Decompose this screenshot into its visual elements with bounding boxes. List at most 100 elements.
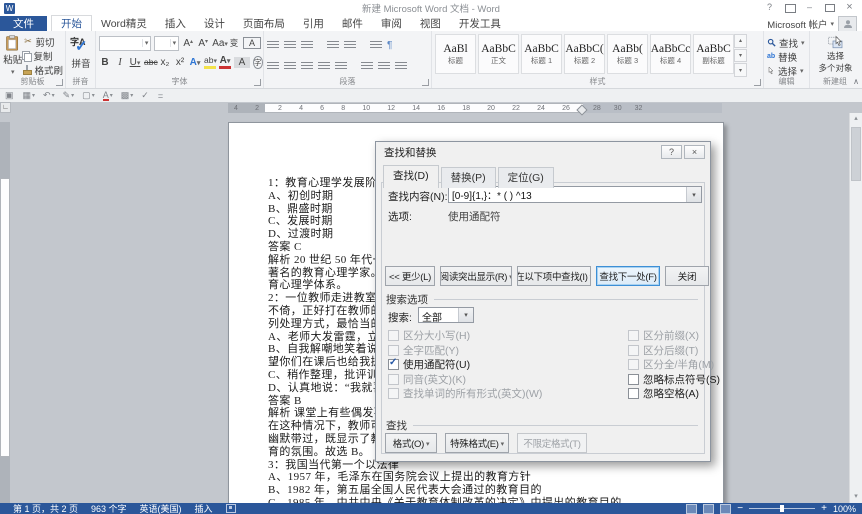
ribbon-tab[interactable]: 开始 bbox=[51, 15, 92, 31]
style-card[interactable]: AaBbC 副标题 bbox=[693, 34, 734, 74]
zoom-level[interactable]: 100% bbox=[833, 504, 856, 514]
close-button[interactable] bbox=[840, 1, 859, 14]
ribbon-tab[interactable]: 邮件 bbox=[333, 16, 372, 31]
checkbox-box[interactable] bbox=[388, 388, 399, 399]
distribute-icon[interactable] bbox=[335, 62, 347, 71]
format-button[interactable]: 格式(O) bbox=[385, 433, 437, 453]
cut-button[interactable]: ✂剪切 bbox=[22, 35, 63, 48]
borders-icon[interactable] bbox=[395, 62, 407, 71]
close-button[interactable]: 关闭 bbox=[665, 266, 709, 286]
font-size-combo[interactable] bbox=[154, 36, 179, 51]
style-card[interactable]: AaBbC 正文 bbox=[478, 34, 519, 74]
addin-toolbar-button[interactable]: ↶ ▾ bbox=[43, 90, 55, 101]
dialog-checkbox[interactable]: 区分后缀(T) bbox=[628, 345, 720, 357]
dialog-checkbox[interactable]: 区分全/半角(M) bbox=[628, 359, 720, 371]
dialog-checkbox[interactable]: 忽略空格(A) bbox=[628, 388, 720, 400]
style-card[interactable]: AaBb( 标题 3 bbox=[607, 34, 648, 74]
style-card[interactable]: AaBbC 标题 1 bbox=[521, 34, 562, 74]
ribbon-tab[interactable]: 页面布局 bbox=[234, 16, 294, 31]
replace-button[interactable]: ab 替换 bbox=[767, 50, 807, 63]
ribbon-tab[interactable]: 插入 bbox=[156, 16, 195, 31]
paste-button[interactable]: 粘贴 bbox=[3, 33, 22, 77]
increase-indent-icon[interactable] bbox=[344, 41, 356, 50]
sort-icon[interactable] bbox=[370, 41, 382, 50]
shading-icon[interactable] bbox=[378, 62, 390, 71]
style-card[interactable]: AaBbCc 标题 4 bbox=[650, 34, 691, 74]
search-scope-combo[interactable]: 全部 bbox=[418, 307, 474, 323]
web-layout-icon[interactable] bbox=[720, 504, 731, 514]
addin-toolbar-button[interactable]: = bbox=[158, 91, 164, 101]
zoom-out-icon[interactable]: − bbox=[737, 504, 743, 514]
copy-button[interactable]: 复制 bbox=[22, 49, 63, 62]
font-color-button[interactable]: A bbox=[219, 56, 231, 69]
character-border-button[interactable]: A bbox=[243, 37, 261, 49]
vertical-scrollbar[interactable]: ▴ ▾ bbox=[849, 113, 862, 503]
combo-dropdown-icon[interactable] bbox=[458, 308, 473, 322]
account-menu[interactable]: Microsoft 帐户 bbox=[767, 16, 834, 31]
scroll-down-icon[interactable]: ▾ bbox=[850, 491, 862, 503]
combo-dropdown-icon[interactable] bbox=[686, 187, 701, 202]
zoom-slider[interactable] bbox=[749, 508, 815, 509]
italic-button[interactable]: I bbox=[114, 57, 126, 68]
highlight-color-button[interactable]: ab bbox=[204, 56, 216, 69]
ribbon-tab[interactable]: 视图 bbox=[411, 16, 450, 31]
dialog-tab[interactable]: 定位(G) bbox=[498, 167, 554, 188]
read-mode-icon[interactable] bbox=[686, 504, 697, 514]
dialog-launcher-icon[interactable] bbox=[56, 79, 63, 86]
subscript-button[interactable]: x₂ bbox=[159, 57, 171, 68]
checkbox-box[interactable] bbox=[388, 359, 399, 370]
dialog-title-bar[interactable]: 查找和替换 bbox=[376, 142, 710, 162]
select-multiple-objects-button[interactable]: 选择 多个对象 bbox=[813, 33, 858, 77]
tab-file[interactable]: 文件 bbox=[0, 16, 47, 31]
checkbox-box[interactable] bbox=[388, 330, 399, 341]
show-marks-icon[interactable]: ¶ bbox=[387, 40, 392, 51]
align-center-icon[interactable] bbox=[284, 62, 296, 71]
collapse-ribbon-icon[interactable]: ∧ bbox=[853, 77, 859, 86]
shrink-font-button[interactable]: A▾ bbox=[197, 38, 209, 49]
maximize-button[interactable] bbox=[820, 1, 839, 14]
enclose-characters-button[interactable]: 字 bbox=[253, 56, 263, 69]
ribbon-display-options-icon[interactable] bbox=[780, 1, 799, 14]
macro-record-icon[interactable] bbox=[226, 504, 236, 513]
ribbon-tab[interactable]: 审阅 bbox=[372, 16, 411, 31]
tab-stop-selector[interactable]: ∟ bbox=[0, 102, 11, 113]
dialog-checkbox[interactable]: 区分前缀(X) bbox=[628, 330, 720, 342]
checkbox-box[interactable] bbox=[628, 330, 639, 341]
dialog-launcher-icon[interactable] bbox=[422, 79, 429, 86]
dialog-checkbox[interactable]: 区分大小写(H) bbox=[388, 330, 542, 342]
dialog-help-icon[interactable]: ? bbox=[661, 145, 682, 159]
dialog-launcher-icon[interactable] bbox=[254, 79, 261, 86]
ruby-guide-button[interactable]: 变 bbox=[228, 37, 240, 49]
zoom-in-icon[interactable]: + bbox=[821, 504, 827, 514]
checkbox-box[interactable] bbox=[628, 345, 639, 356]
find-button[interactable]: 查找 bbox=[767, 36, 807, 49]
character-shading-button[interactable]: A bbox=[234, 57, 250, 68]
addin-toolbar-button[interactable]: A ▾ bbox=[103, 91, 113, 101]
dialog-checkbox[interactable]: 使用通配符(U) bbox=[388, 359, 542, 371]
dialog-tab[interactable]: 查找(D) bbox=[383, 165, 439, 188]
find-in-button[interactable]: 在以下项中查找(I) bbox=[517, 266, 591, 286]
bullets-icon[interactable] bbox=[267, 41, 279, 50]
font-name-combo[interactable] bbox=[99, 36, 151, 51]
checkbox-box[interactable] bbox=[628, 359, 639, 370]
ribbon-tab[interactable]: Word精灵 bbox=[92, 16, 156, 31]
superscript-button[interactable]: x² bbox=[174, 57, 186, 68]
text-effects-button[interactable]: A bbox=[189, 57, 201, 68]
change-case-button[interactable]: Aa bbox=[212, 38, 225, 49]
bold-button[interactable]: B bbox=[99, 57, 111, 68]
dialog-checkbox[interactable]: 忽略标点符号(S) bbox=[628, 374, 720, 386]
styles-scroll-down-icon[interactable]: ▾ bbox=[734, 49, 747, 63]
justify-icon[interactable] bbox=[318, 62, 330, 71]
status-item[interactable]: 插入 bbox=[195, 502, 213, 514]
reading-highlight-button[interactable]: 阅读突出显示(R) bbox=[440, 266, 512, 286]
status-item[interactable]: 英语(美国) bbox=[140, 502, 182, 514]
underline-button[interactable]: U bbox=[129, 57, 141, 68]
dialog-checkbox[interactable]: 查找单词的所有形式(英文)(W) bbox=[388, 388, 542, 400]
addin-toolbar-button[interactable]: ▢ ▾ bbox=[82, 90, 95, 101]
find-next-button[interactable]: 查找下一处(F) bbox=[596, 266, 660, 286]
help-icon[interactable]: ? bbox=[760, 1, 779, 14]
styles-more-icon[interactable]: ▾ bbox=[734, 63, 747, 77]
dialog-checkbox[interactable]: 同音(英文)(K) bbox=[388, 374, 542, 386]
style-card[interactable]: AaBl 标题 bbox=[435, 34, 476, 74]
styles-scroll-up-icon[interactable]: ▴ bbox=[734, 34, 747, 48]
